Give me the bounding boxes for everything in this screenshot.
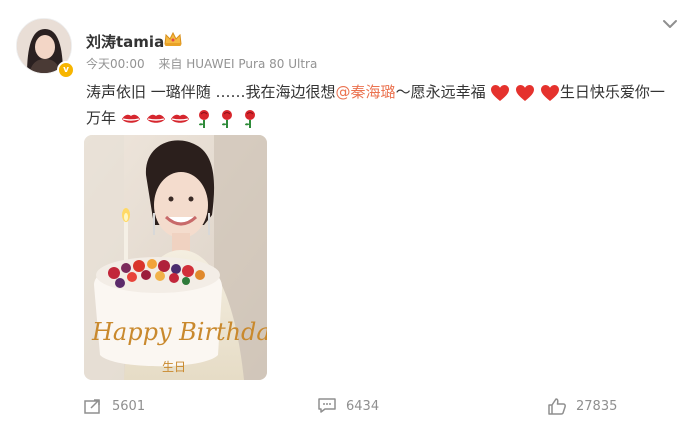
like-count: 27835 bbox=[576, 399, 618, 414]
lips-icon bbox=[146, 114, 165, 123]
repost-icon bbox=[84, 399, 100, 414]
text-part-1: 涛声依旧 一璐伴随 ……我在海边很想 bbox=[86, 83, 336, 101]
verified-badge-icon: v bbox=[57, 61, 75, 79]
crown-icon bbox=[164, 31, 182, 46]
lips-icon bbox=[171, 114, 190, 123]
post-meta: 今天00:00 来自 HUAWEI Pura 80 Ultra bbox=[86, 55, 327, 72]
heart-icon bbox=[540, 84, 559, 101]
weibo-post-card: v 刘涛tamia 今天00:00 来自 HUAWEI Pura 80 Ultr… bbox=[0, 0, 692, 427]
mention-link[interactable]: @秦海璐 bbox=[336, 83, 396, 101]
username[interactable]: 刘涛tamia bbox=[86, 31, 164, 52]
comment-button[interactable]: 6434 bbox=[318, 398, 379, 414]
repost-button[interactable]: 5601 bbox=[84, 398, 145, 414]
post-image[interactable]: Happy Birthday 生日 bbox=[84, 135, 267, 380]
comment-count: 6434 bbox=[346, 398, 380, 414]
heart-icon bbox=[491, 84, 510, 101]
rose-icon bbox=[199, 109, 210, 128]
text-part-3: 生日快乐爱你一 bbox=[559, 83, 665, 101]
lips-icon bbox=[121, 114, 140, 123]
cake-topper-text: Happy Birthday bbox=[91, 318, 267, 346]
rose-icon bbox=[221, 109, 232, 128]
repost-count: 5601 bbox=[112, 398, 146, 414]
heart-icon bbox=[516, 84, 535, 101]
post-text: 涛声依旧 一璐伴随 ……我在海边很想@秦海璐～愿永远幸福 生日快乐爱你一 万年 bbox=[86, 79, 682, 131]
text-part-2: ～愿永远幸福 bbox=[395, 83, 486, 101]
action-bar: 5601 6434 27835 bbox=[0, 398, 692, 426]
text-part-4: 万年 bbox=[86, 109, 117, 127]
cake-small-text: 生日 bbox=[162, 360, 186, 374]
like-button[interactable]: 27835 bbox=[548, 398, 617, 415]
post-source: 来自 HUAWEI Pura 80 Ultra bbox=[158, 57, 318, 71]
comment-icon bbox=[318, 398, 336, 413]
post-time[interactable]: 今天00:00 bbox=[86, 57, 145, 71]
thumbs-up-icon bbox=[548, 398, 566, 415]
chevron-down-icon[interactable] bbox=[662, 18, 678, 30]
rose-icon bbox=[244, 109, 255, 128]
